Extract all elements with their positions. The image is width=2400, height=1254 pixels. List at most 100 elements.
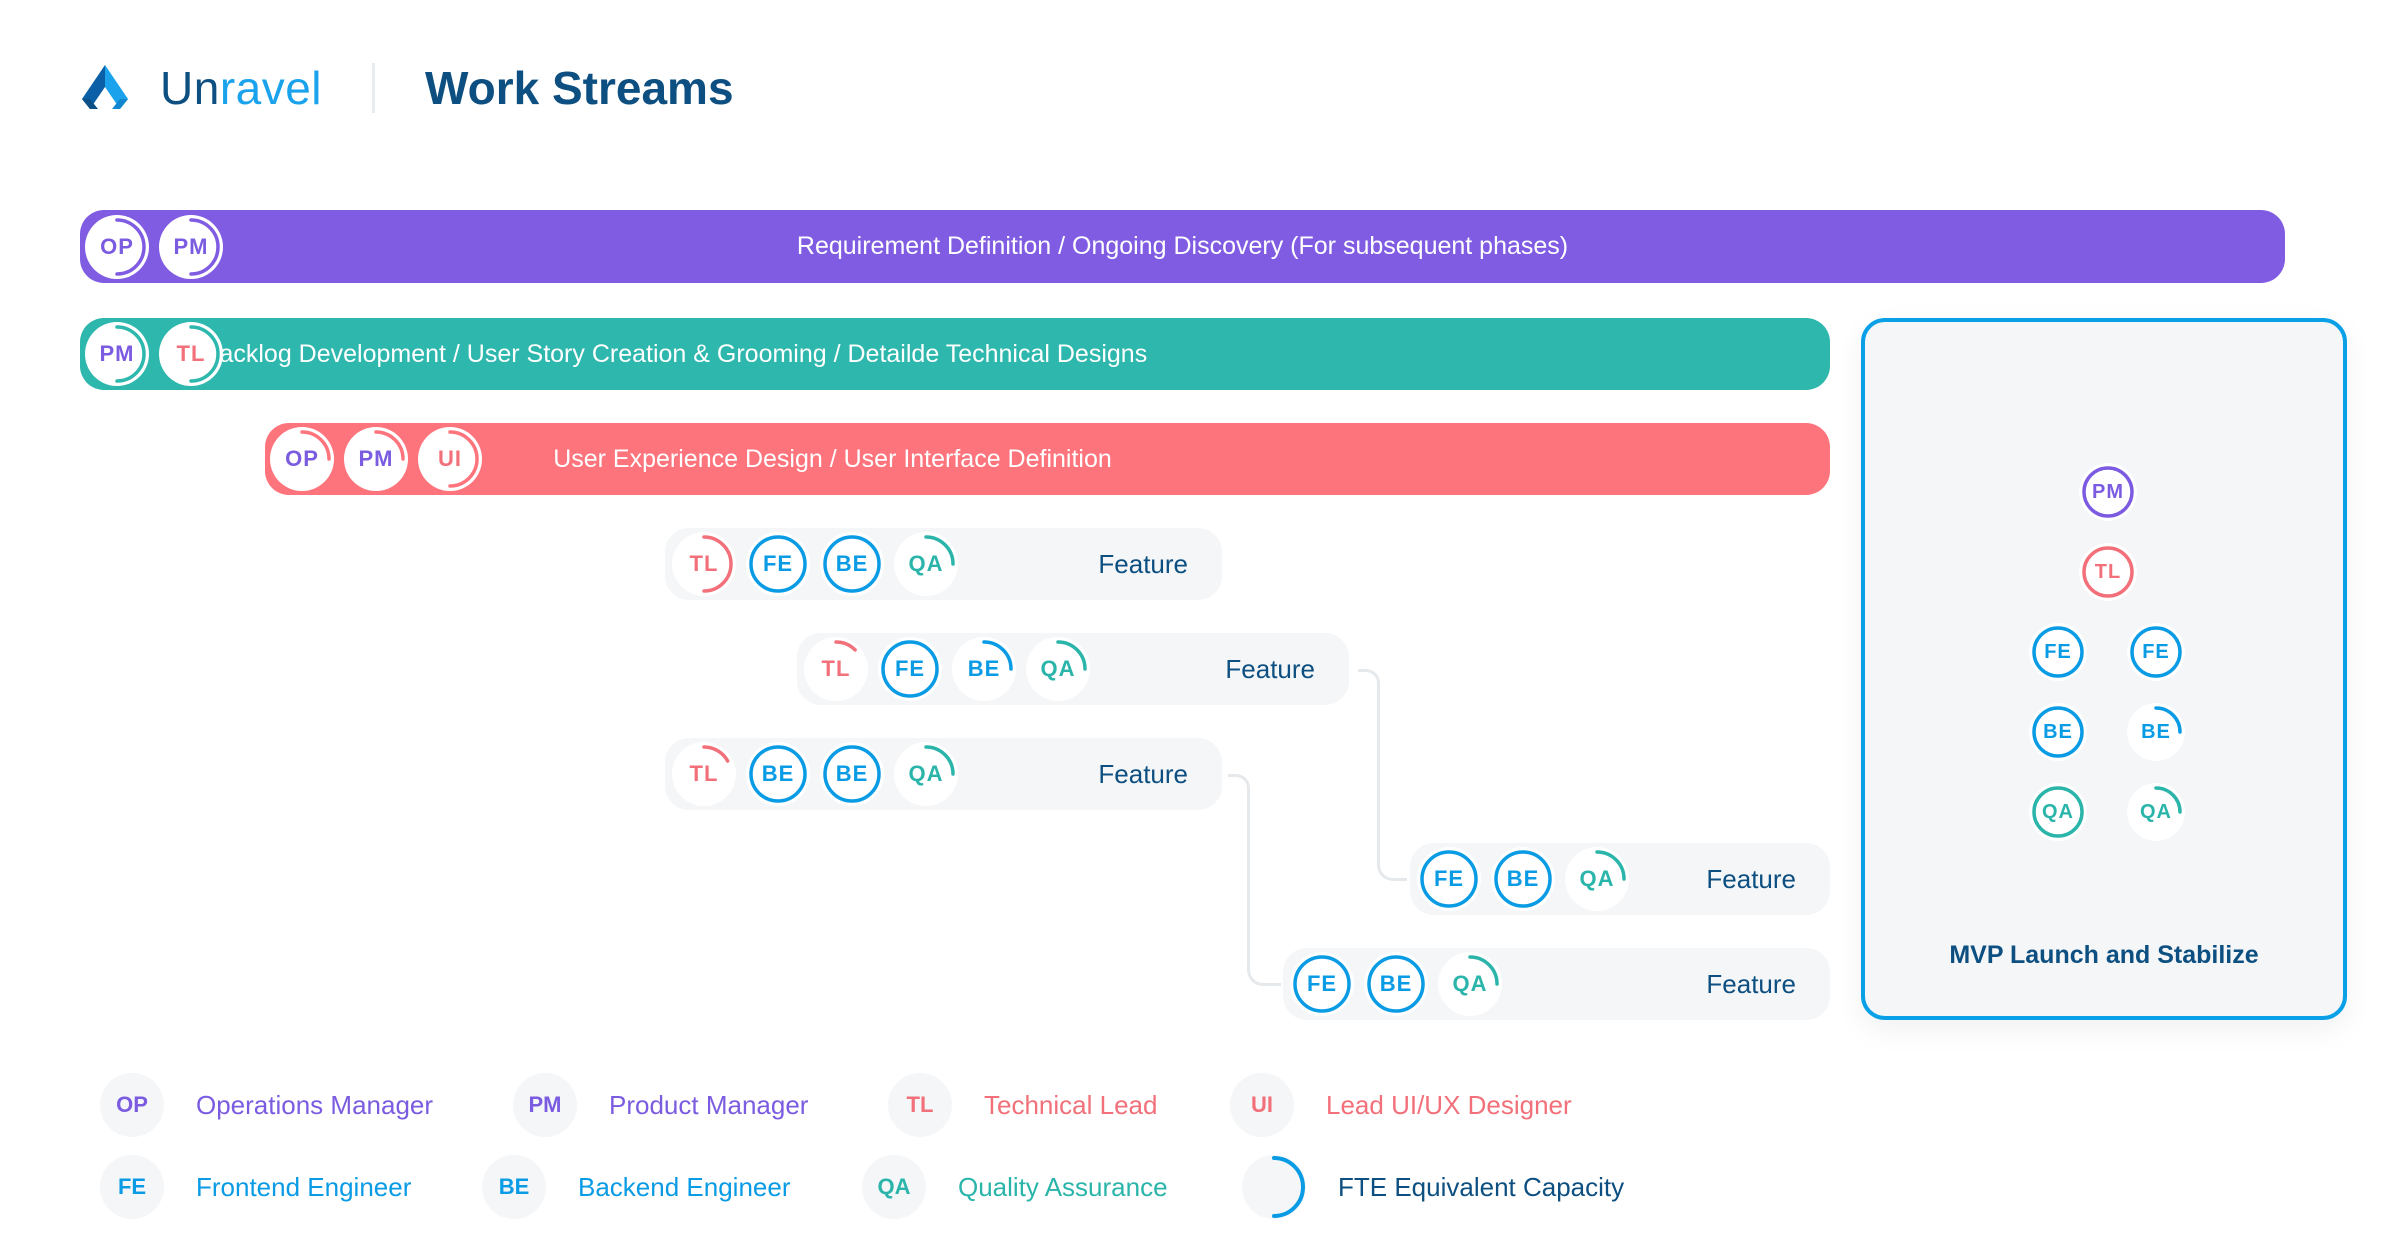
role-badge-qa: QA (893, 741, 959, 807)
role-code: QA (908, 761, 944, 786)
role-badge-tl: TL (803, 636, 869, 702)
feature-role-badges: FE BE QA (1283, 951, 1503, 1017)
role-badge-fe: FE (1289, 951, 1355, 1017)
role-badge-qa: QA (2028, 782, 2088, 842)
role-code: FE (894, 656, 926, 681)
legend-label: Technical Lead (984, 1089, 1158, 1120)
fte-capacity-icon (1242, 1155, 1306, 1219)
header: Unravel Work Streams (78, 58, 734, 118)
connector-line (1377, 686, 1407, 881)
role-code: TL (689, 761, 719, 786)
role-code: UI (438, 446, 462, 471)
role-code: PM (2092, 480, 2124, 503)
role-code: QA (2042, 800, 2074, 823)
role-code: BE (835, 551, 869, 576)
feature-label: Feature (1706, 968, 1796, 999)
role-code: QA (1579, 866, 1615, 891)
legend-item-qa: QA Quality Assurance (862, 1155, 1168, 1219)
feature-row: TL FE BE QA Feature (797, 633, 1349, 705)
feature-label: Feature (1098, 548, 1188, 579)
role-badge-qa: QA (1025, 636, 1091, 702)
role-code: PM (358, 446, 394, 471)
legend-item-be: BE Backend Engineer (482, 1155, 790, 1219)
feature-role-badges: FE BE QA (1410, 846, 1630, 912)
unravel-logo-icon (82, 65, 128, 109)
legend-label: Frontend Engineer (196, 1171, 412, 1202)
role-code: QA (908, 551, 944, 576)
role-badge-be: BE (745, 741, 811, 807)
legend-label: Backend Engineer (578, 1171, 791, 1202)
role-badge-tl: TL (671, 741, 737, 807)
mvp-launch-card: MVP Launch and Stabilize PM TL FE FE BE BE QA Q… (1861, 318, 2347, 1020)
feature-row: FE BE QA Feature (1283, 948, 1830, 1020)
role-badge-be: BE (819, 531, 885, 597)
role-code: FE (1306, 971, 1338, 996)
role-badge-be: BE (2126, 702, 2186, 762)
legend-badge: BE (482, 1155, 546, 1219)
role-code: BE (2043, 720, 2073, 743)
role-badge-qa: QA (1564, 846, 1630, 912)
role-badge-tl: TL (671, 531, 737, 597)
feature-label: Feature (1098, 758, 1188, 789)
role-badge-op: OP (84, 214, 150, 280)
role-badge-pm: PM (2078, 462, 2138, 522)
brand-name: Unravel (160, 61, 322, 115)
feature-role-badges: TL FE BE QA (797, 636, 1091, 702)
legend-badge: FE (100, 1155, 164, 1219)
role-badge-tl: TL (158, 321, 224, 387)
stream-label: Requirement Definition / Ongoing Discove… (796, 232, 1569, 260)
brand-part-1: Un (160, 62, 220, 114)
legend-item-pm: PM Product Manager (513, 1073, 808, 1137)
role-badge-fe: FE (877, 636, 943, 702)
stream-role-badges: OP PM UI (265, 426, 483, 492)
role-badge-ui: UI (417, 426, 483, 492)
legend-item-fte-capacity: FTE Equivalent Capacity (1242, 1155, 1624, 1219)
feature-role-badges: TL BE BE QA (665, 741, 959, 807)
role-badge-fe: FE (2028, 622, 2088, 682)
role-code: TL (2094, 560, 2122, 583)
legend-label: FTE Equivalent Capacity (1338, 1171, 1625, 1202)
role-code: BE (761, 761, 795, 786)
role-badge-op: OP (269, 426, 335, 492)
role-code: OP (100, 233, 134, 259)
stream-role-badges: OP PM (80, 214, 224, 280)
legend-badge: OP (100, 1073, 164, 1137)
legend-badge: UI (1230, 1073, 1294, 1137)
legend-label: Operations Manager (196, 1089, 434, 1120)
feature-row: TL BE BE QA Feature (665, 738, 1222, 810)
role-badge-fe: FE (1416, 846, 1482, 912)
role-badge-qa: QA (1437, 951, 1503, 1017)
role-code: QA (1040, 656, 1076, 681)
brand-part-2: ravel (219, 62, 323, 114)
role-code: BE (835, 761, 869, 786)
role-badge-be: BE (951, 636, 1017, 702)
role-code: QA (1452, 971, 1488, 996)
role-badge-be: BE (1490, 846, 1556, 912)
stream-label: Backlog Development / User Story Creatio… (202, 339, 1148, 368)
legend-badge: PM (513, 1073, 577, 1137)
role-code: BE (1506, 866, 1540, 891)
role-code: FE (2142, 640, 2170, 663)
role-badge-pm: PM (158, 214, 224, 280)
stream-requirement-definition: OP PM Requirement Definition / Ongoing Di… (80, 210, 2285, 283)
feature-row: FE BE QA Feature (1410, 843, 1830, 915)
role-code: BE (2141, 720, 2171, 743)
stream-ux-design: OP PM UI User Experience Design / User Int… (265, 423, 1830, 495)
feature-label: Feature (1225, 653, 1315, 684)
role-badge-fe: FE (745, 531, 811, 597)
legend-label: Product Manager (609, 1089, 809, 1120)
legend-item-fe: FE Frontend Engineer (100, 1155, 411, 1219)
legend-label: Quality Assurance (958, 1171, 1168, 1202)
page-title: Work Streams (425, 62, 734, 114)
stream-role-badges: PM TL (80, 321, 224, 387)
legend-item-op: OP Operations Manager (100, 1073, 433, 1137)
role-code: FE (1433, 866, 1465, 891)
role-code: TL (821, 656, 851, 681)
role-badge-tl: TL (2078, 542, 2138, 602)
role-badge-pm: PM (343, 426, 409, 492)
role-badge-qa: QA (893, 531, 959, 597)
role-code: TL (689, 551, 719, 576)
legend-item-ui: UI Lead UI/UX Designer (1230, 1073, 1572, 1137)
legend-label: Lead UI/UX Designer (1326, 1089, 1572, 1120)
legend-item-tl: TL Technical Lead (888, 1073, 1157, 1137)
